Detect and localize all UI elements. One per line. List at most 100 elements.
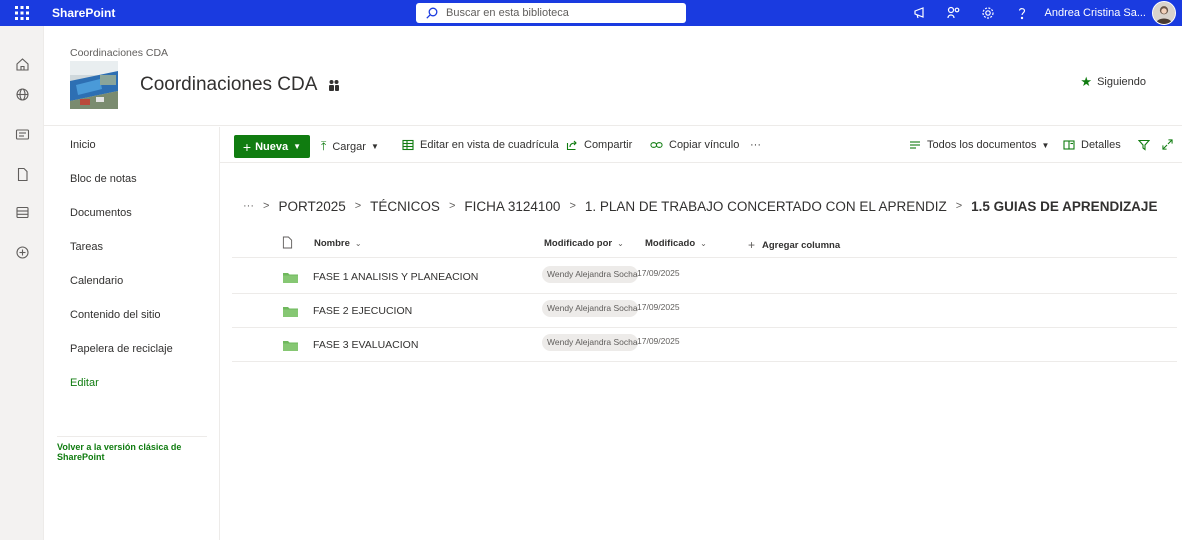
breadcrumb-item[interactable]: 1. PLAN DE TRABAJO CONCERTADO CON EL APR… (585, 199, 947, 214)
site-logo-image (70, 61, 118, 109)
breadcrumb-overflow-button[interactable]: ··· (243, 200, 254, 212)
add-icon (15, 245, 29, 259)
details-button[interactable]: Detalles (1063, 139, 1121, 151)
upload-button[interactable]: ⤒ Cargar ▼ (321, 139, 379, 154)
chevron-down-icon: ⌄ (617, 239, 624, 248)
view-options-icon (910, 141, 920, 149)
globe-icon (15, 87, 29, 101)
site-breadcrumb[interactable]: Coordinaciones CDA (70, 47, 168, 59)
modified-date: 17/09/2025 (637, 268, 680, 278)
avatar[interactable] (1152, 1, 1176, 25)
chevron-down-icon: ⌄ (354, 239, 362, 248)
news-icon (15, 128, 29, 140)
classic-experience-link[interactable]: Volver a la versión clásica de SharePoin… (57, 436, 207, 462)
modified-column-header[interactable]: Modificado ⌄ (645, 238, 707, 249)
nav-item-calendario[interactable]: Calendario (70, 275, 123, 287)
home-icon (15, 57, 29, 71)
help-icon (1018, 8, 1025, 20)
suite-bar: SharePoint Andrea Cristina Sa.. (0, 0, 1182, 26)
files-rail-button[interactable] (12, 164, 32, 184)
site-title-text[interactable]: Coordinaciones CDA (140, 74, 317, 96)
chevron-down-icon: ▼ (293, 142, 302, 151)
copy-link-button[interactable]: Copiar vínculo (650, 139, 739, 151)
file-icon (282, 236, 293, 249)
list-item[interactable]: FASE 2 EJECUCION Wendy Alejandra Socha 1… (232, 294, 1177, 328)
app-rail (0, 26, 44, 540)
chevron-down-icon: ▼ (370, 142, 379, 151)
person-icon (1153, 2, 1175, 24)
share-label: Compartir (584, 139, 633, 151)
create-rail-button[interactable] (12, 242, 32, 262)
item-name[interactable]: FASE 1 ANALISIS Y PLANEACION (313, 271, 478, 283)
new-button[interactable]: + Nueva ▼ (234, 135, 310, 158)
follow-button[interactable]: ★ Siguiendo (1080, 74, 1146, 90)
name-column-header[interactable]: Nombre ⌄ (314, 238, 362, 249)
file-icon (17, 167, 28, 181)
item-name[interactable]: FASE 3 EVALUACION (313, 339, 418, 351)
settings-button[interactable] (971, 0, 1005, 26)
help-button[interactable] (1005, 0, 1039, 26)
grid-view-button[interactable]: Editar en vista de cuadrícula (402, 139, 559, 151)
user-name[interactable]: Andrea Cristina Sa... (1045, 7, 1147, 19)
search-box[interactable] (416, 3, 686, 23)
folder-icon (283, 273, 298, 283)
site-header: Coordinaciones CDA Coordinaciones CDA ★ … (44, 26, 1182, 126)
follow-label: Siguiendo (1097, 76, 1146, 88)
connections-button[interactable] (937, 0, 971, 26)
nav-item-papelera[interactable]: Papelera de reciclaje (70, 343, 173, 355)
filter-icon (1138, 139, 1150, 151)
whats-new-button[interactable] (903, 0, 937, 26)
site-title: Coordinaciones CDA (140, 74, 341, 96)
settings-icon (981, 7, 994, 19)
modified-date: 17/09/2025 (637, 336, 680, 346)
upload-icon: ⤒ (321, 139, 327, 153)
star-icon: ★ (1080, 74, 1093, 89)
add-column-button[interactable]: + Agregar columna (748, 238, 840, 252)
brand-link[interactable]: SharePoint (52, 6, 115, 20)
more-commands-button[interactable]: ··· (750, 139, 761, 151)
list-item[interactable]: FASE 1 ANALISIS Y PLANEACION Wendy Aleja… (232, 260, 1177, 294)
search-input[interactable] (446, 7, 666, 19)
filter-button[interactable] (1138, 139, 1150, 151)
new-button-label: Nueva (255, 140, 289, 153)
list-item[interactable]: FASE 3 EVALUACION Wendy Alejandra Socha … (232, 328, 1177, 362)
nav-item-bloc-de-notas[interactable]: Bloc de notas (70, 173, 137, 185)
lists-rail-button[interactable] (12, 202, 32, 222)
modified-date: 17/09/2025 (637, 302, 680, 312)
chevron-right-icon: > (448, 200, 456, 212)
nav-item-contenido-del-sitio[interactable]: Contenido del sitio (70, 309, 161, 321)
chevron-right-icon: > (263, 200, 270, 212)
site-logo[interactable] (70, 61, 118, 109)
nav-edit-link[interactable]: Editar (70, 377, 99, 389)
view-selector[interactable]: Todos los documentos ▼ (909, 139, 1049, 151)
breadcrumb-item[interactable]: PORT2025 (278, 199, 345, 214)
file-type-column-header[interactable] (282, 236, 293, 249)
modified-by-column-header[interactable]: Modificado por ⌄ (544, 238, 624, 249)
share-button[interactable]: Compartir (566, 139, 632, 151)
expand-button[interactable] (1162, 139, 1173, 150)
news-rail-button[interactable] (12, 124, 32, 144)
megaphone-icon (913, 7, 924, 19)
app-launcher-button[interactable] (0, 0, 44, 26)
nav-item-tareas[interactable]: Tareas (70, 241, 103, 253)
chevron-right-icon: > (569, 200, 576, 212)
chevron-right-icon: > (354, 200, 362, 212)
sites-rail-button[interactable] (12, 84, 32, 104)
breadcrumb-item[interactable]: FICHA 3124100 (464, 199, 560, 214)
breadcrumb-item[interactable]: TÉCNICOS (370, 199, 440, 214)
modified-by-pill[interactable]: Wendy Alejandra Socha (542, 300, 638, 317)
modified-column-label: Modificado (645, 238, 696, 249)
copy-link-label: Copiar vínculo (669, 139, 740, 151)
modified-by-pill[interactable]: Wendy Alejandra Socha (542, 334, 638, 351)
folder-breadcrumb: ··· > PORT2025 > TÉCNICOS > FICHA 312410… (243, 197, 1157, 215)
share-icon (566, 140, 577, 151)
group-icon (329, 80, 340, 91)
modified-by-pill[interactable]: Wendy Alejandra Socha (542, 266, 638, 283)
nav-item-inicio[interactable]: Inicio (70, 139, 96, 151)
chevron-right-icon: > (955, 200, 963, 212)
list-icon (15, 206, 29, 218)
home-rail-button[interactable] (12, 54, 32, 74)
details-label: Detalles (1081, 139, 1121, 151)
nav-item-documentos[interactable]: Documentos (70, 207, 132, 219)
item-name[interactable]: FASE 2 EJECUCION (313, 305, 412, 317)
